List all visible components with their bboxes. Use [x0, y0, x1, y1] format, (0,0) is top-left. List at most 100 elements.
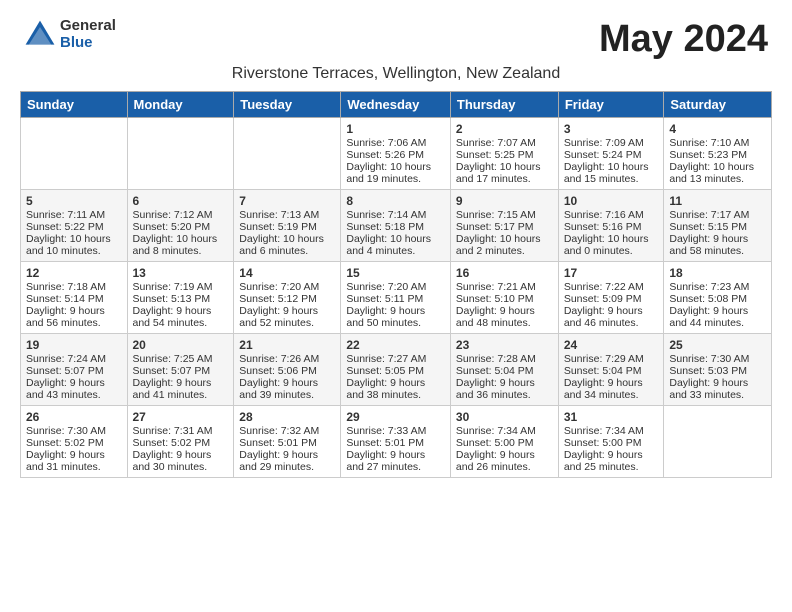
sunrise-text: Sunrise: 7:24 AM [26, 353, 106, 365]
daylight-text: Daylight: 9 hours and 30 minutes. [133, 449, 212, 473]
sunset-text: Sunset: 5:14 PM [26, 293, 104, 305]
weekday-header: Sunday [21, 92, 128, 118]
daylight-text: Daylight: 10 hours and 17 minutes. [456, 161, 541, 185]
calendar-cell: 23Sunrise: 7:28 AMSunset: 5:04 PMDayligh… [450, 334, 558, 406]
sunrise-text: Sunrise: 7:23 AM [669, 281, 749, 293]
sunset-text: Sunset: 5:06 PM [239, 365, 317, 377]
sunrise-text: Sunrise: 7:11 AM [26, 209, 105, 221]
calendar-cell: 13Sunrise: 7:19 AMSunset: 5:13 PMDayligh… [127, 262, 234, 334]
sunset-text: Sunset: 5:00 PM [456, 437, 534, 449]
day-number: 1 [346, 122, 445, 136]
sunrise-text: Sunrise: 7:14 AM [346, 209, 426, 221]
sunrise-text: Sunrise: 7:09 AM [564, 137, 644, 149]
sunset-text: Sunset: 5:07 PM [133, 365, 211, 377]
calendar-cell: 12Sunrise: 7:18 AMSunset: 5:14 PMDayligh… [21, 262, 128, 334]
day-number: 7 [239, 194, 335, 208]
calendar-cell: 22Sunrise: 7:27 AMSunset: 5:05 PMDayligh… [341, 334, 451, 406]
day-number: 6 [133, 194, 229, 208]
sunrise-text: Sunrise: 7:27 AM [346, 353, 426, 365]
calendar-cell: 6Sunrise: 7:12 AMSunset: 5:20 PMDaylight… [127, 190, 234, 262]
sunrise-text: Sunrise: 7:17 AM [669, 209, 749, 221]
day-number: 29 [346, 410, 445, 424]
calendar-cell [127, 118, 234, 190]
daylight-text: Daylight: 9 hours and 43 minutes. [26, 377, 105, 401]
calendar-week-row: 26Sunrise: 7:30 AMSunset: 5:02 PMDayligh… [21, 406, 772, 478]
daylight-text: Daylight: 9 hours and 34 minutes. [564, 377, 643, 401]
calendar-cell: 20Sunrise: 7:25 AMSunset: 5:07 PMDayligh… [127, 334, 234, 406]
sunset-text: Sunset: 5:07 PM [26, 365, 104, 377]
calendar-cell [664, 406, 772, 478]
calendar-table: SundayMondayTuesdayWednesdayThursdayFrid… [20, 91, 772, 478]
sunset-text: Sunset: 5:12 PM [239, 293, 317, 305]
day-number: 9 [456, 194, 553, 208]
calendar-cell: 8Sunrise: 7:14 AMSunset: 5:18 PMDaylight… [341, 190, 451, 262]
calendar-cell: 27Sunrise: 7:31 AMSunset: 5:02 PMDayligh… [127, 406, 234, 478]
daylight-text: Daylight: 9 hours and 56 minutes. [26, 305, 105, 329]
sunset-text: Sunset: 5:11 PM [346, 293, 423, 305]
daylight-text: Daylight: 10 hours and 19 minutes. [346, 161, 431, 185]
sunset-text: Sunset: 5:02 PM [133, 437, 211, 449]
day-number: 28 [239, 410, 335, 424]
day-number: 10 [564, 194, 659, 208]
daylight-text: Daylight: 10 hours and 13 minutes. [669, 161, 754, 185]
calendar-cell: 17Sunrise: 7:22 AMSunset: 5:09 PMDayligh… [558, 262, 664, 334]
daylight-text: Daylight: 9 hours and 36 minutes. [456, 377, 535, 401]
sunset-text: Sunset: 5:01 PM [346, 437, 424, 449]
sunset-text: Sunset: 5:05 PM [346, 365, 424, 377]
calendar-cell [21, 118, 128, 190]
day-number: 12 [26, 266, 122, 280]
sunset-text: Sunset: 5:09 PM [564, 293, 642, 305]
weekday-header: Saturday [664, 92, 772, 118]
sunset-text: Sunset: 5:24 PM [564, 149, 642, 161]
daylight-text: Daylight: 9 hours and 38 minutes. [346, 377, 425, 401]
sunset-text: Sunset: 5:02 PM [26, 437, 104, 449]
day-number: 11 [669, 194, 766, 208]
daylight-text: Daylight: 9 hours and 41 minutes. [133, 377, 212, 401]
daylight-text: Daylight: 9 hours and 33 minutes. [669, 377, 748, 401]
calendar-cell: 21Sunrise: 7:26 AMSunset: 5:06 PMDayligh… [234, 334, 341, 406]
weekday-header: Thursday [450, 92, 558, 118]
calendar-cell: 3Sunrise: 7:09 AMSunset: 5:24 PMDaylight… [558, 118, 664, 190]
logo-icon [24, 19, 56, 51]
calendar-week-row: 19Sunrise: 7:24 AMSunset: 5:07 PMDayligh… [21, 334, 772, 406]
calendar-cell: 10Sunrise: 7:16 AMSunset: 5:16 PMDayligh… [558, 190, 664, 262]
day-number: 21 [239, 338, 335, 352]
day-number: 4 [669, 122, 766, 136]
sunrise-text: Sunrise: 7:12 AM [133, 209, 213, 221]
header: General Blue May 2024 [0, 0, 792, 65]
day-number: 20 [133, 338, 229, 352]
sunset-text: Sunset: 5:16 PM [564, 221, 642, 233]
sunrise-text: Sunrise: 7:30 AM [669, 353, 749, 365]
sunset-text: Sunset: 5:04 PM [564, 365, 642, 377]
sunset-text: Sunset: 5:25 PM [456, 149, 534, 161]
calendar-cell: 28Sunrise: 7:32 AMSunset: 5:01 PMDayligh… [234, 406, 341, 478]
day-number: 15 [346, 266, 445, 280]
calendar-cell: 31Sunrise: 7:34 AMSunset: 5:00 PMDayligh… [558, 406, 664, 478]
sunset-text: Sunset: 5:01 PM [239, 437, 317, 449]
daylight-text: Daylight: 10 hours and 4 minutes. [346, 233, 431, 257]
sunset-text: Sunset: 5:17 PM [456, 221, 534, 233]
daylight-text: Daylight: 9 hours and 39 minutes. [239, 377, 318, 401]
sunrise-text: Sunrise: 7:19 AM [133, 281, 213, 293]
daylight-text: Daylight: 9 hours and 31 minutes. [26, 449, 105, 473]
day-number: 3 [564, 122, 659, 136]
day-number: 14 [239, 266, 335, 280]
month-title: May 2024 [599, 18, 768, 61]
calendar-cell: 15Sunrise: 7:20 AMSunset: 5:11 PMDayligh… [341, 262, 451, 334]
calendar-cell: 30Sunrise: 7:34 AMSunset: 5:00 PMDayligh… [450, 406, 558, 478]
sunset-text: Sunset: 5:19 PM [239, 221, 317, 233]
sunrise-text: Sunrise: 7:29 AM [564, 353, 644, 365]
calendar-cell: 2Sunrise: 7:07 AMSunset: 5:25 PMDaylight… [450, 118, 558, 190]
sunrise-text: Sunrise: 7:25 AM [133, 353, 213, 365]
day-number: 23 [456, 338, 553, 352]
sunrise-text: Sunrise: 7:34 AM [456, 425, 536, 437]
day-number: 31 [564, 410, 659, 424]
calendar-cell: 26Sunrise: 7:30 AMSunset: 5:02 PMDayligh… [21, 406, 128, 478]
daylight-text: Daylight: 10 hours and 10 minutes. [26, 233, 111, 257]
daylight-text: Daylight: 10 hours and 6 minutes. [239, 233, 324, 257]
calendar-cell: 5Sunrise: 7:11 AMSunset: 5:22 PMDaylight… [21, 190, 128, 262]
sunrise-text: Sunrise: 7:15 AM [456, 209, 536, 221]
sunrise-text: Sunrise: 7:06 AM [346, 137, 426, 149]
day-number: 5 [26, 194, 122, 208]
sunset-text: Sunset: 5:00 PM [564, 437, 642, 449]
